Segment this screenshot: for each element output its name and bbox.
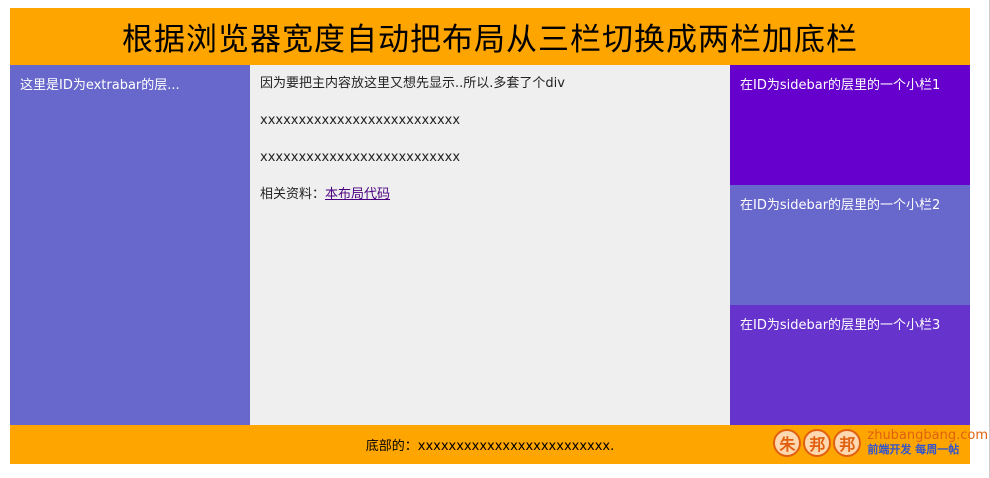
sidebar-box-1: 在ID为sidebar的层里的一个小栏1 bbox=[730, 65, 970, 185]
sidebar-box-1-text: 在ID为sidebar的层里的一个小栏1 bbox=[740, 78, 941, 93]
main-inner: 因为要把主内容放这里又想先显示..所以.多套了个div xxxxxxxxxxxx… bbox=[250, 65, 730, 233]
main-line-2: xxxxxxxxxxxxxxxxxxxxxxxxxx bbox=[260, 150, 461, 165]
main-intro: 因为要把主内容放这里又想先显示..所以.多套了个div bbox=[260, 76, 565, 91]
sidebar-box-2: 在ID为sidebar的层里的一个小栏2 bbox=[730, 185, 970, 305]
extrabar-text: 这里是ID为extrabar的层... bbox=[20, 78, 180, 93]
footer: 底部的：xxxxxxxxxxxxxxxxxxxxxxxxx. 朱 邦 邦 zhu… bbox=[10, 425, 988, 464]
extrabar: 这里是ID为extrabar的层... bbox=[10, 65, 250, 425]
layout-code-link[interactable]: 本布局代码 bbox=[325, 187, 390, 202]
sidebar-box-2-text: 在ID为sidebar的层里的一个小栏2 bbox=[740, 198, 941, 213]
page-title: 根据浏览器宽度自动把布局从三栏切换成两栏加底栏 bbox=[122, 22, 858, 58]
sidebar-box-3-text: 在ID为sidebar的层里的一个小栏3 bbox=[740, 318, 941, 333]
watermark-text: zhubangbang.com 前端开发 每周一帖 bbox=[867, 429, 988, 457]
sidebar: 在ID为sidebar的层里的一个小栏1 在ID为sidebar的层里的一个小栏… bbox=[730, 65, 970, 425]
footer-text: 底部的：xxxxxxxxxxxxxxxxxxxxxxxxx. bbox=[365, 439, 615, 454]
page: 根据浏览器宽度自动把布局从三栏切换成两栏加底栏 这里是ID为extrabar的层… bbox=[10, 8, 988, 464]
reference-label: 相关资料： bbox=[260, 187, 326, 202]
watermark-domain: zhubangbang.com bbox=[867, 428, 988, 443]
watermark-logo: 朱 邦 邦 zhubangbang.com 前端开发 每周一帖 bbox=[773, 429, 988, 457]
seal-char-2: 邦 bbox=[803, 429, 832, 457]
main-content: 因为要把主内容放这里又想先显示..所以.多套了个div xxxxxxxxxxxx… bbox=[250, 65, 730, 425]
watermark-slogan: 前端开发 每周一帖 bbox=[867, 443, 960, 456]
sidebar-box-3: 在ID为sidebar的层里的一个小栏3 bbox=[730, 305, 970, 425]
main-line-1: xxxxxxxxxxxxxxxxxxxxxxxxxx bbox=[260, 113, 461, 128]
header: 根据浏览器宽度自动把布局从三栏切换成两栏加底栏 bbox=[10, 8, 970, 65]
columns: 这里是ID为extrabar的层... 因为要把主内容放这里又想先显示..所以.… bbox=[10, 65, 970, 425]
reference-row: 相关资料：本布局代码 bbox=[260, 186, 720, 204]
seal-char-3: 邦 bbox=[833, 429, 862, 457]
seal-char-1: 朱 bbox=[773, 429, 802, 457]
